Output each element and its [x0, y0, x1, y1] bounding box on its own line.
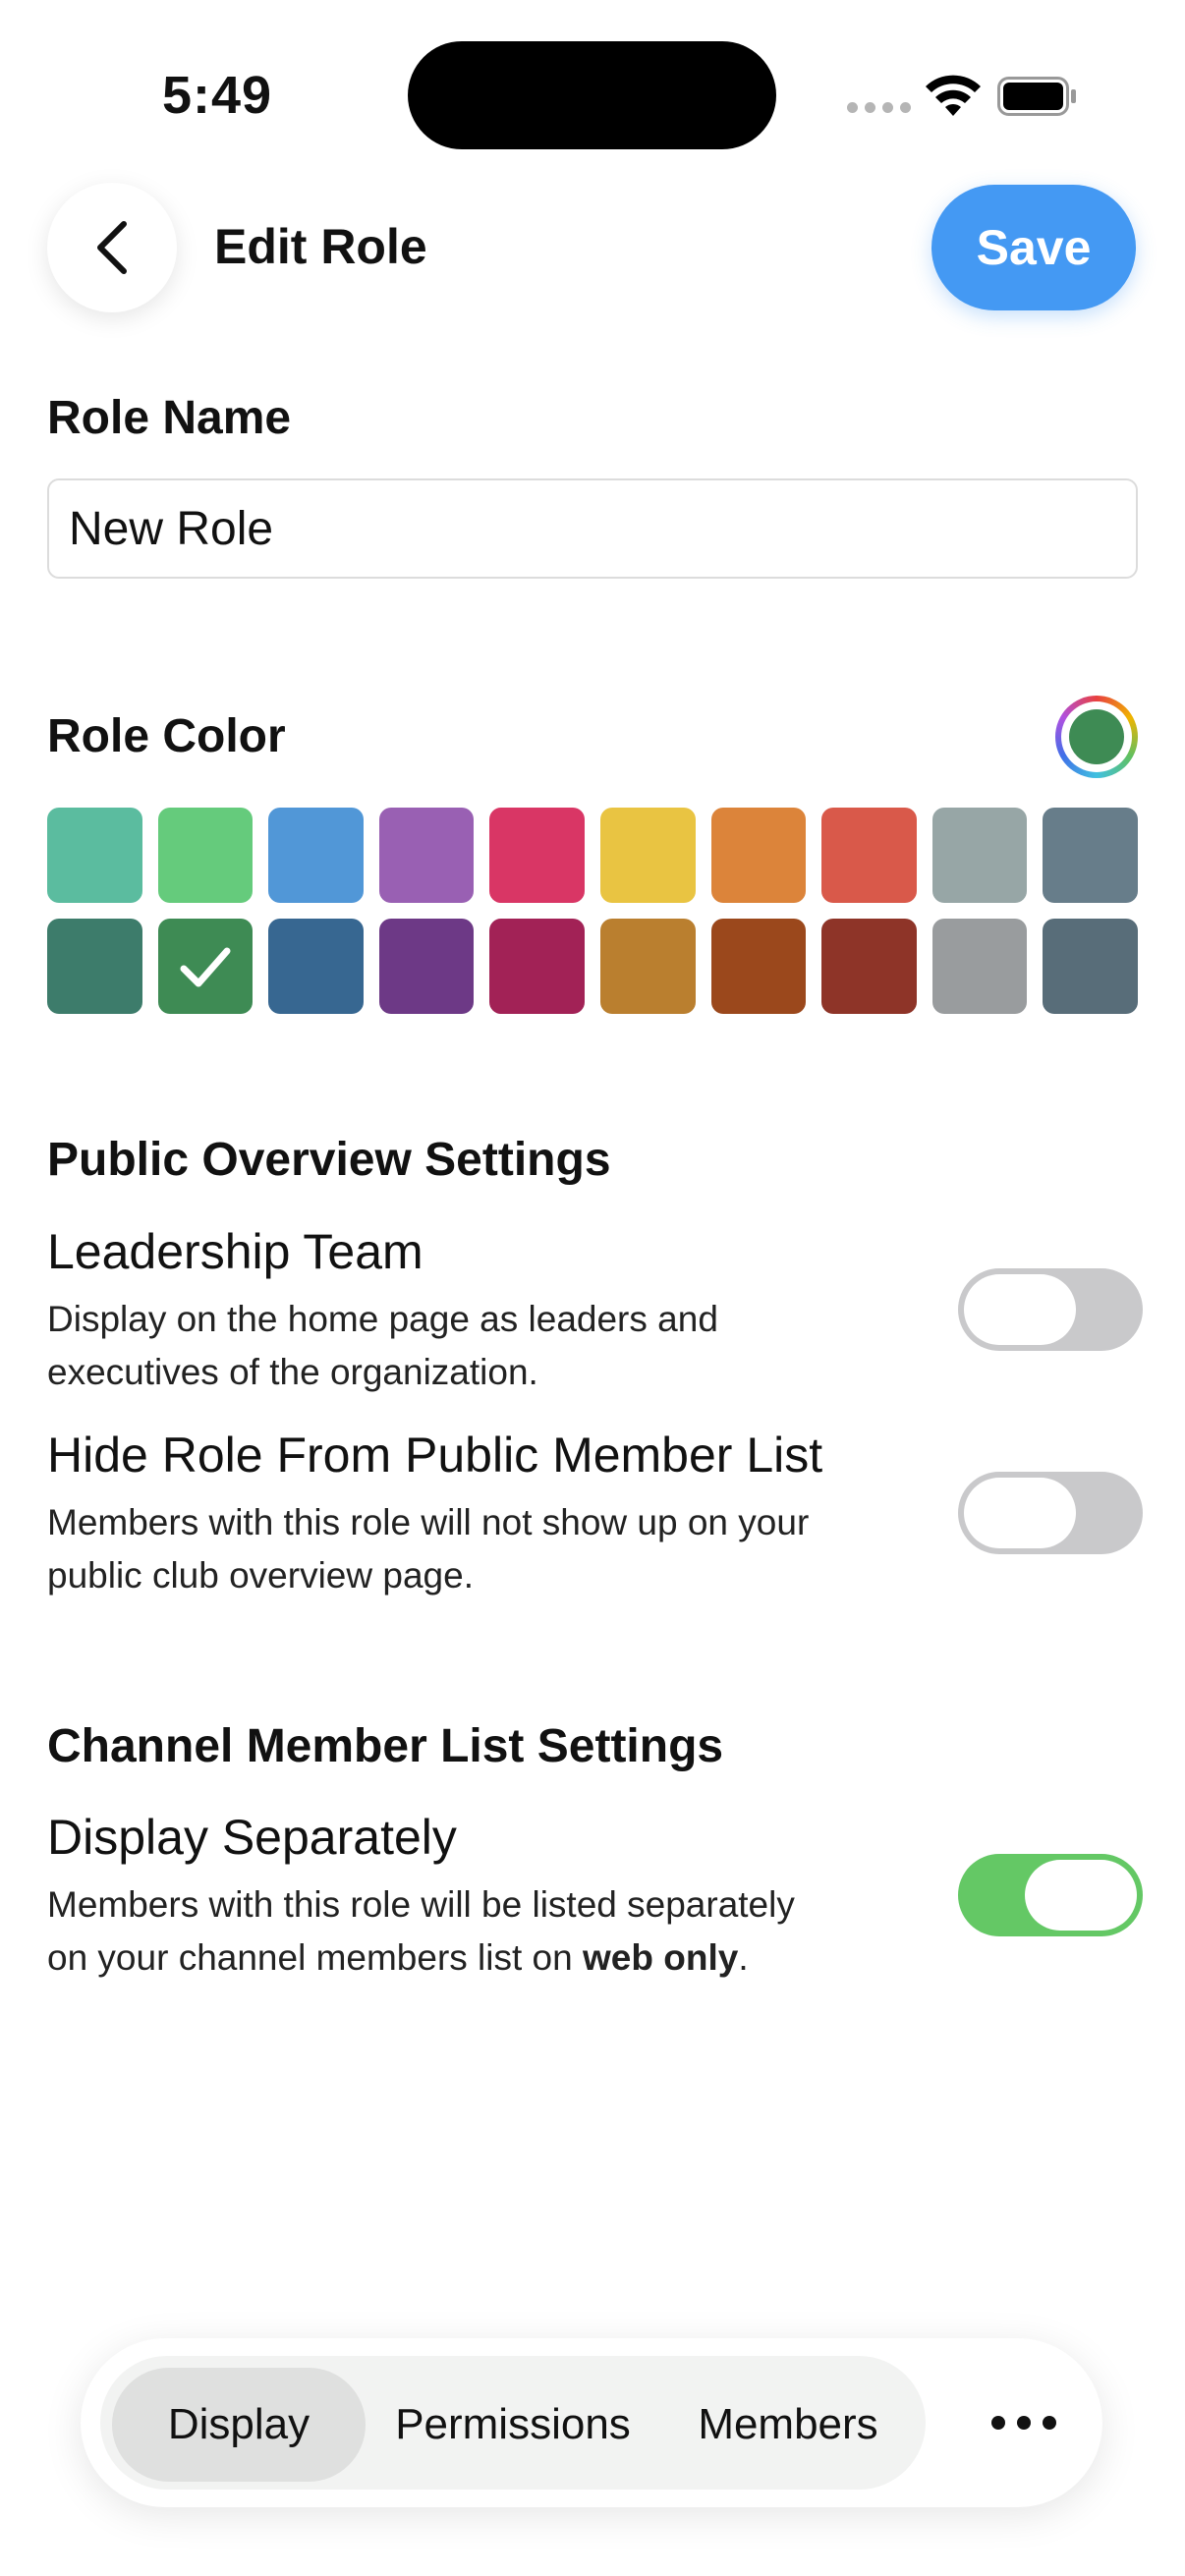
color-swatch-grid	[47, 808, 1138, 1030]
display-separately-description: Members with this role will be listed se…	[47, 1884, 795, 1978]
channel-member-list-heading: Channel Member List Settings	[47, 1720, 724, 1772]
leadership-team-description: Display on the home page as leaders and …	[47, 1299, 718, 1392]
color-swatch[interactable]	[47, 808, 142, 903]
hide-role-title: Hide Role From Public Member List	[47, 1428, 823, 1483]
chevron-left-icon	[97, 221, 127, 274]
role-name-label: Role Name	[47, 392, 292, 444]
color-swatch[interactable]	[710, 808, 807, 903]
tab-group: Display Permissions Members	[100, 2356, 926, 2490]
color-swatch[interactable]	[1043, 808, 1138, 903]
display-separately-title: Display Separately	[47, 1810, 457, 1865]
role-name-input[interactable]: New Role	[47, 478, 1138, 579]
color-swatch[interactable]	[931, 808, 1028, 903]
header: Edit Role Save	[0, 177, 1185, 324]
color-swatch[interactable]	[821, 808, 917, 903]
bottom-tab-bar: Display Permissions Members	[81, 2338, 1102, 2507]
tab-members[interactable]: Members	[660, 2368, 916, 2482]
ellipsis-icon[interactable]	[977, 2397, 1071, 2448]
dynamic-island	[408, 41, 776, 149]
hide-role-description: Members with this role will not show up …	[47, 1502, 810, 1596]
status-time: 5:49	[162, 66, 273, 125]
battery-icon	[997, 77, 1076, 116]
save-button[interactable]: Save	[931, 185, 1136, 310]
color-swatch[interactable]	[710, 919, 807, 1014]
color-swatch[interactable]	[821, 919, 917, 1014]
hide-role-toggle[interactable]	[958, 1472, 1143, 1554]
checkmark-icon	[180, 947, 231, 986]
color-swatch-selected[interactable]	[157, 919, 254, 1014]
color-swatch[interactable]	[268, 919, 364, 1014]
color-swatch-row	[47, 919, 1138, 1014]
color-swatch[interactable]	[599, 808, 696, 903]
color-swatch[interactable]	[489, 919, 585, 1014]
color-swatch[interactable]	[599, 919, 696, 1014]
back-button[interactable]	[47, 183, 177, 312]
display-separately-toggle[interactable]	[958, 1854, 1143, 1936]
public-overview-heading: Public Overview Settings	[47, 1134, 611, 1186]
color-wheel-icon[interactable]	[1055, 696, 1138, 778]
color-swatch[interactable]	[378, 808, 475, 903]
color-swatch[interactable]	[268, 808, 364, 903]
selected-color-dot	[1069, 709, 1124, 764]
role-color-label: Role Color	[47, 710, 286, 762]
color-swatch-row	[47, 808, 1138, 903]
leadership-team-title: Leadership Team	[47, 1224, 423, 1279]
status-bar: 5:49	[0, 0, 1185, 157]
tab-display[interactable]: Display	[112, 2368, 366, 2482]
leadership-team-toggle[interactable]	[958, 1268, 1143, 1351]
color-swatch[interactable]	[47, 919, 142, 1014]
color-swatch[interactable]	[378, 919, 475, 1014]
tab-permissions[interactable]: Permissions	[371, 2368, 654, 2482]
color-swatch[interactable]	[157, 808, 254, 903]
page-title: Edit Role	[214, 219, 427, 274]
color-swatch[interactable]	[1043, 919, 1138, 1014]
color-swatch[interactable]	[931, 919, 1028, 1014]
color-swatch[interactable]	[489, 808, 585, 903]
wifi-icon	[926, 75, 981, 116]
cellular-signal-icon	[847, 102, 911, 113]
